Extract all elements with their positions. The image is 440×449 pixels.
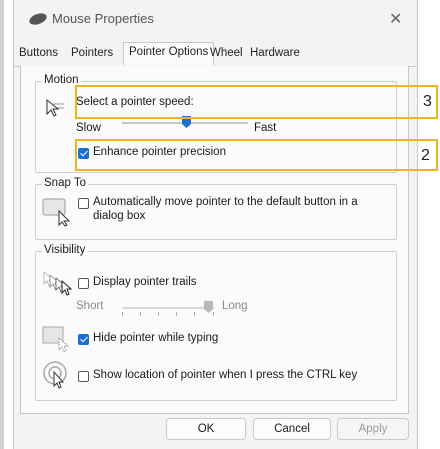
mouse-properties-dialog: Mouse Properties ✕ Buttons Pointers Poin… <box>13 0 418 449</box>
snap-to-checkbox[interactable] <box>78 198 89 209</box>
snap-to-label-line2: dialog box <box>93 210 146 222</box>
trails-short-label: Short <box>76 300 104 312</box>
trails-slider-ticks <box>122 312 214 318</box>
visibility-group-title: Visibility <box>42 244 88 256</box>
show-location-icon <box>43 361 67 389</box>
hide-pointer-label: Hide pointer while typing <box>93 332 219 344</box>
callout-number-2: 2 <box>421 147 430 164</box>
pointer-speed-icon <box>46 98 64 117</box>
tab-bar: Buttons Pointers Pointer Options Wheel H… <box>14 42 417 67</box>
trails-long-label: Long <box>222 300 248 312</box>
background-strip <box>0 0 4 449</box>
callout-box-3 <box>75 85 438 119</box>
mouse-icon <box>29 13 47 25</box>
apply-button[interactable]: Apply <box>337 418 409 440</box>
snap-to-group-title: Snap To <box>42 177 88 189</box>
fast-label: Fast <box>254 122 277 134</box>
ok-button[interactable]: OK <box>166 418 246 440</box>
snap-to-icon <box>42 198 71 227</box>
cancel-button[interactable]: Cancel <box>253 418 331 440</box>
tab-wheel[interactable]: Wheel <box>210 47 243 59</box>
tab-buttons[interactable]: Buttons <box>19 47 58 59</box>
show-location-label: Show location of pointer when I press th… <box>93 369 358 381</box>
callout-box-2 <box>75 139 438 171</box>
pointer-trails-icon <box>43 271 73 296</box>
close-icon[interactable]: ✕ <box>389 9 402 29</box>
hide-pointer-checkbox[interactable] <box>78 334 89 345</box>
trails-slider-thumb[interactable] <box>203 300 214 314</box>
callout-number-3: 3 <box>423 93 432 110</box>
window-title: Mouse Properties <box>52 11 154 26</box>
tab-pointer-options[interactable]: Pointer Options <box>123 42 215 65</box>
title-bar: Mouse Properties ✕ <box>14 0 417 38</box>
show-location-checkbox[interactable] <box>78 371 89 382</box>
tab-pointers[interactable]: Pointers <box>71 47 113 59</box>
hide-pointer-icon <box>42 326 70 352</box>
trails-slider-track[interactable] <box>122 307 214 309</box>
tab-hardware[interactable]: Hardware <box>250 47 300 59</box>
visibility-group: Visibility Display pointer trails Short <box>35 244 397 401</box>
snap-to-group: Snap To Automatically move pointer to th… <box>35 177 397 240</box>
pointer-trails-checkbox[interactable] <box>78 278 89 289</box>
snap-to-label-line1: Automatically move pointer to the defaul… <box>93 196 358 208</box>
slow-label: Slow <box>76 122 101 134</box>
pointer-trails-label: Display pointer trails <box>93 276 197 288</box>
